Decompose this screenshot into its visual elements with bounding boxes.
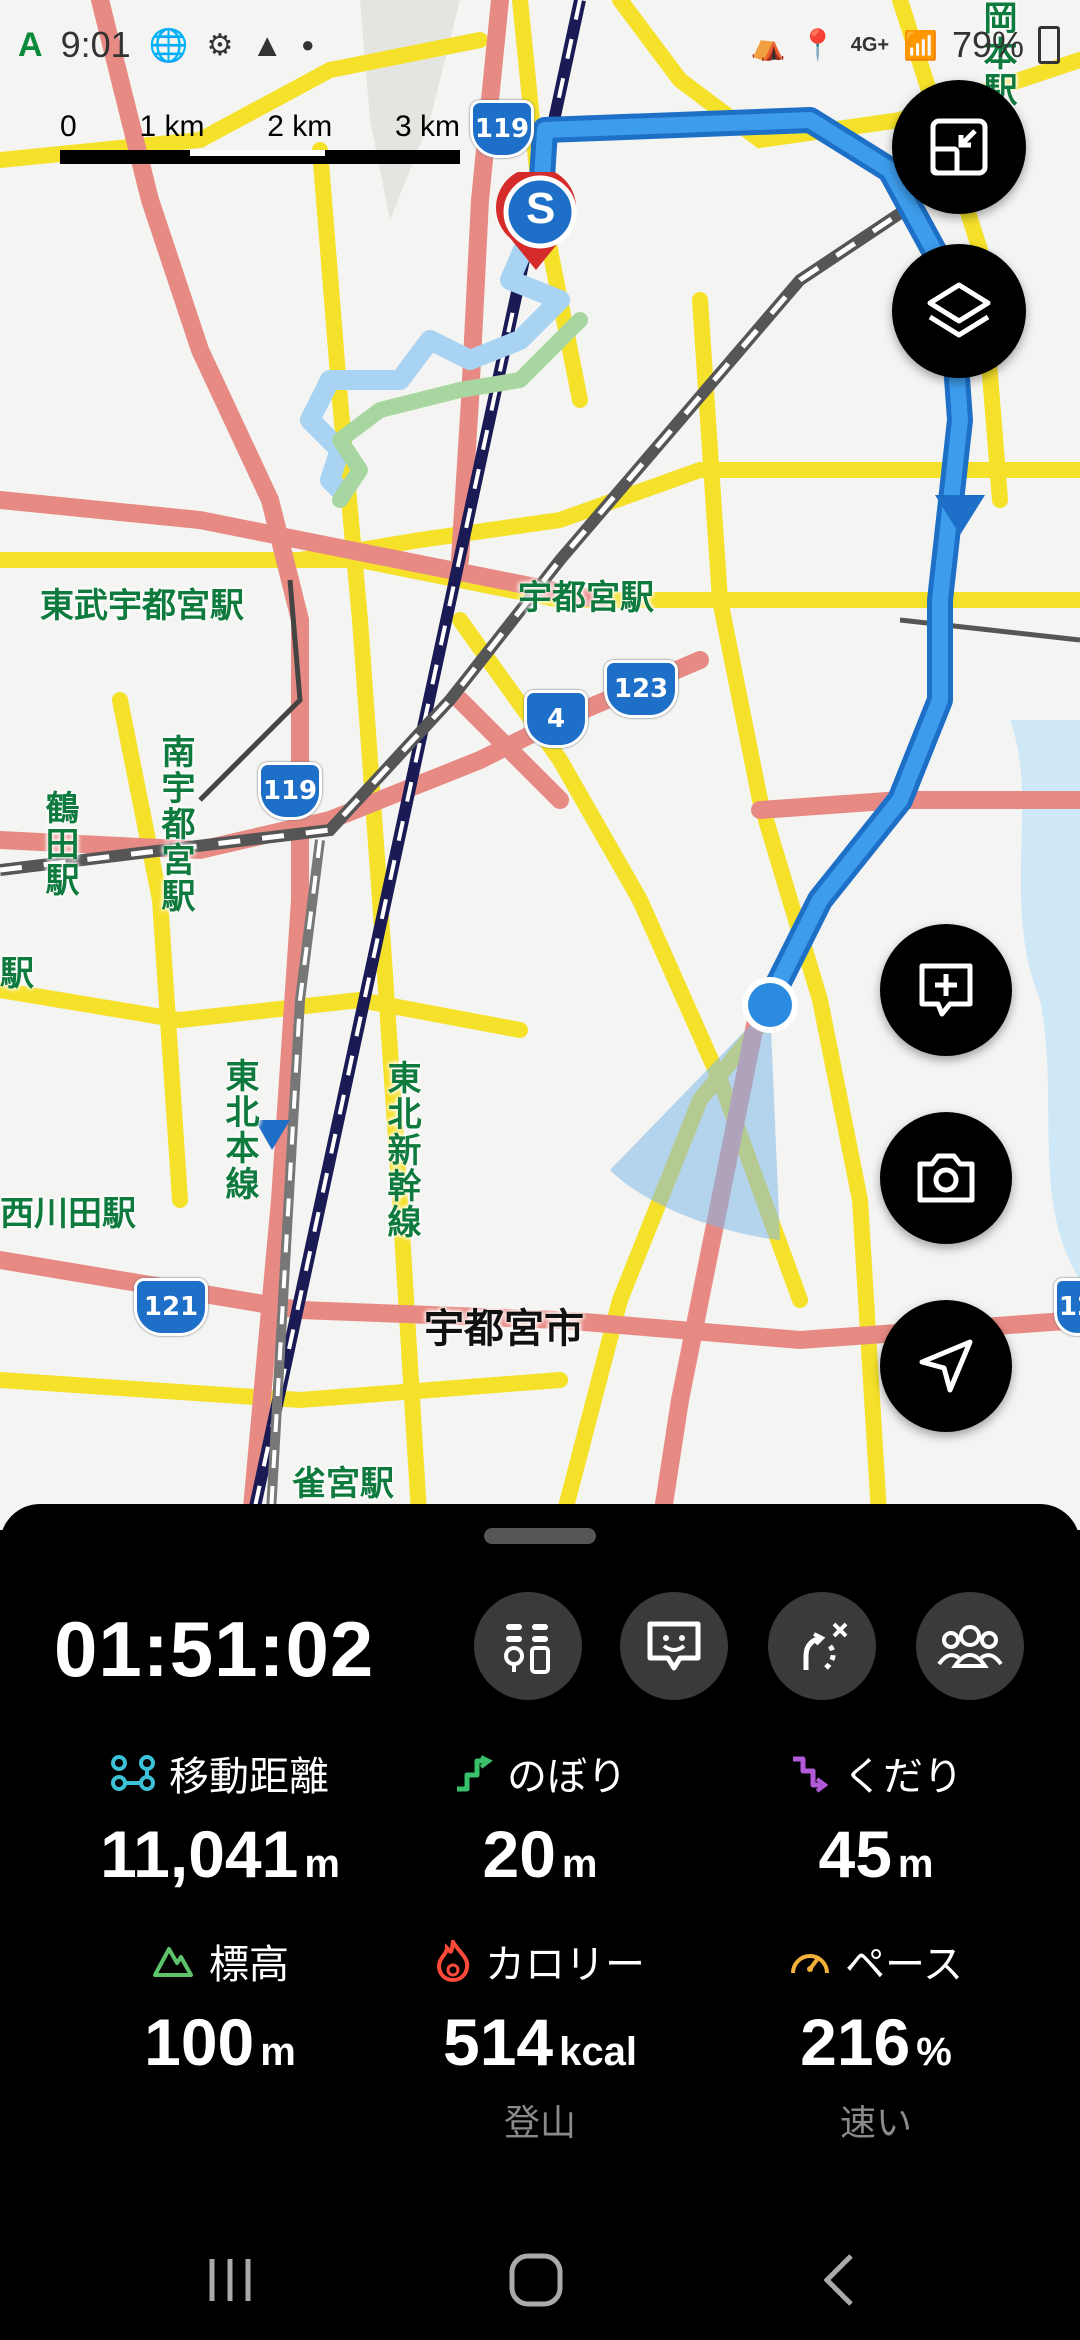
network-label: 4G+ [850, 33, 890, 56]
scale-bar [60, 150, 460, 164]
add-memo-button[interactable] [880, 924, 1012, 1056]
city-label-utsunomiya: 宇都宮市 [424, 1306, 584, 1352]
dot-icon: ● [301, 32, 315, 57]
chat-tool-button[interactable] [620, 1592, 728, 1700]
recent-apps-button[interactable] [190, 2240, 270, 2320]
elapsed-time: 01:51:02 [54, 1605, 375, 1693]
battery-icon [1038, 26, 1060, 64]
flame-icon [436, 1940, 470, 1982]
route-shield-119: 119 [258, 762, 322, 820]
stat-elevation: 標高 100 m [40, 1932, 400, 2080]
tent-icon: ⛺ [750, 29, 786, 61]
stat-calories-unit: kcal [559, 2030, 637, 2074]
add-comment-icon [919, 963, 973, 1017]
group-icon [937, 1625, 1003, 1668]
globe-icon: 🌐 [148, 27, 189, 63]
weather-tool-button[interactable] [474, 1592, 582, 1700]
home-icon [509, 2253, 563, 2307]
route-shield-4: 4 [524, 690, 588, 748]
stat-calories-activity: 登山 [503, 2103, 576, 2144]
stat-elevation-unit: m [260, 2030, 296, 2074]
speedometer-icon [791, 1954, 829, 1974]
system-navigation-bar [0, 2220, 1080, 2340]
chat-tool-icon [647, 1621, 701, 1671]
home-button[interactable] [496, 2240, 576, 2320]
group-tool-button[interactable] [916, 1592, 1024, 1700]
stat-distance-unit: m [304, 1842, 340, 1886]
activity-panel: 01:51:02 移動距離 11,041 m のぼり 20 m くだり 45 m… [0, 1504, 1080, 2340]
station-label-edge: 駅 [0, 954, 34, 994]
alert-triangle-icon: ▲ [251, 26, 284, 63]
stat-calories-label: カロリー [485, 1942, 645, 1988]
mountain-icon [153, 1947, 193, 1977]
stat-distance: 移動距離 11,041 m [40, 1744, 400, 1892]
camera-button[interactable] [880, 1112, 1012, 1244]
scale-tick-2: 2 km [267, 110, 333, 143]
layers-icon [927, 282, 991, 338]
stat-descent-unit: m [897, 1842, 934, 1886]
station-label-utsunomiya: 宇都宮駅 [518, 578, 654, 618]
route-shield-119-top: 119 [470, 100, 534, 158]
camera-icon [917, 1153, 975, 1203]
stat-elevation-label: 標高 [209, 1942, 289, 1988]
start-marker-label: S [526, 184, 556, 233]
signal-icon: 📶 [903, 29, 938, 61]
stat-pace: ペース 216% 速い [696, 1932, 1056, 2146]
stat-distance-label: 移動距離 [169, 1754, 329, 1800]
stat-elevation-value: 100 [144, 2005, 255, 2079]
stat-pace-rating: 速い [839, 2103, 912, 2144]
back-icon [823, 2254, 853, 2306]
settings-chip-icon: ⚙ [206, 28, 234, 62]
station-label-suzumenomiya: 雀宮駅 [292, 1464, 394, 1504]
stat-descent: くだり 45 m [696, 1744, 1056, 1892]
descent-icon [793, 1756, 829, 1793]
stat-calories-value: 514 [443, 2005, 554, 2079]
status-time: 9:01 [60, 24, 131, 65]
map-scale: 0 1 km 2 km 3 km [60, 110, 460, 164]
app-a-icon: A [18, 25, 43, 64]
route-tool-button[interactable] [768, 1592, 876, 1700]
stat-pace-label: ペース [845, 1942, 963, 1988]
station-label-nishikawada: 西川田駅 [0, 1194, 136, 1234]
start-marker[interactable]: S [492, 172, 580, 272]
stat-ascent: のぼり 20 m [360, 1744, 720, 1892]
stat-ascent-unit: m [561, 1842, 598, 1886]
stat-calories: カロリー 514 kcal 登山 [360, 1932, 720, 2146]
weather-tool-icon [504, 1624, 550, 1674]
route-shield-123: 123 [604, 660, 678, 718]
station-label-tobu-utsunomiya: 東武宇都宮駅 [40, 586, 244, 626]
expand-icon [930, 118, 988, 176]
station-label-tsuruta: 鶴田駅 [39, 790, 79, 898]
route-tool-icon [803, 1622, 848, 1670]
map-view[interactable]: S 119 119 4 123 121 12 東武宇都宮駅 宇都宮駅 南宇都宮駅… [0, 0, 1080, 1530]
stat-descent-label: くだり [843, 1754, 963, 1800]
scale-tick-0: 0 [60, 110, 77, 143]
panel-drag-handle[interactable] [484, 1528, 596, 1544]
station-label-minami-utsunomiya: 南宇都宮駅 [155, 734, 195, 914]
distance-icon [111, 1755, 155, 1791]
navigate-button[interactable] [880, 1300, 1012, 1432]
back-button[interactable] [800, 2240, 880, 2320]
stat-distance-value: 11,041 [100, 1817, 299, 1891]
stat-descent-value: 45 [818, 1817, 892, 1891]
stat-ascent-label: のぼり [507, 1754, 627, 1800]
rail-label-tohoku-shinkansen: 東北新幹線 [381, 1060, 421, 1240]
stat-ascent-value: 20 [482, 1817, 556, 1891]
scale-tick-1: 1 km [139, 110, 205, 143]
recent-apps-icon [209, 2259, 251, 2301]
stat-pace-unit: % [916, 2030, 952, 2074]
stat-pace-value: 216 [800, 2005, 911, 2079]
navigation-arrow-icon [919, 1339, 973, 1393]
location-icon: 📍 [799, 28, 837, 62]
route-shield-121: 121 [134, 1278, 208, 1336]
layers-button[interactable] [892, 244, 1026, 378]
battery-percent: 79% [951, 24, 1024, 65]
ascent-icon [457, 1755, 493, 1792]
rail-label-tohoku-honsen: 東北本線 [219, 1058, 259, 1202]
scale-tick-3: 3 km [394, 110, 460, 143]
status-bar: A 9:01 🌐 ⚙ ▲ ● ⛺ 📍 4G+ 📶 79% [0, 0, 1080, 100]
expand-map-button[interactable] [892, 80, 1026, 214]
